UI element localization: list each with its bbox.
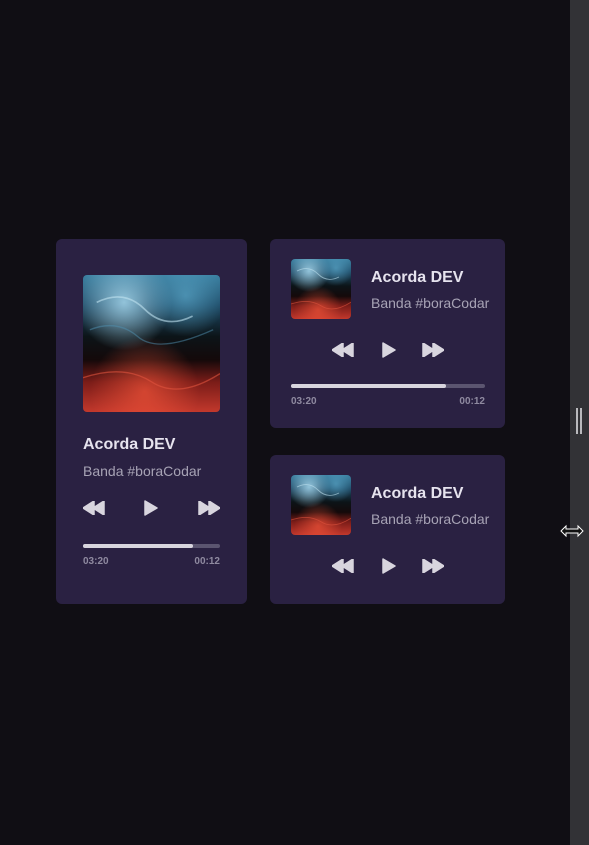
scrollbar-grip[interactable] (576, 408, 583, 434)
track-title: Acorda DEV (83, 436, 176, 453)
progress-fill (83, 544, 193, 548)
progress-fill (291, 384, 447, 388)
remaining-time: 00:12 (459, 396, 485, 407)
rewind-icon[interactable] (83, 501, 105, 515)
elapsed-time: 03:20 (83, 556, 109, 567)
playback-controls (83, 500, 220, 521)
player-card-large: Acorda DEV Banda #boraCodar 03:20 00:12 (56, 239, 247, 604)
album-cover (291, 259, 351, 319)
progress-bar[interactable] (291, 384, 485, 388)
playback-controls (332, 342, 444, 363)
player-card-compact: Acorda DEV Banda #boraCodar 03:20 00:12 (270, 239, 505, 428)
album-cover (83, 275, 220, 412)
remaining-time: 00:12 (194, 556, 220, 567)
track-artist: Banda #boraCodar (371, 295, 490, 311)
progress-bar[interactable] (83, 544, 220, 548)
play-icon[interactable] (382, 342, 396, 358)
track-artist: Banda #boraCodar (371, 511, 490, 527)
rewind-icon[interactable] (332, 343, 354, 357)
fast-forward-icon[interactable] (422, 343, 444, 357)
track-title: Acorda DEV (371, 269, 464, 286)
track-title: Acorda DEV (371, 485, 464, 502)
fast-forward-icon[interactable] (198, 501, 220, 515)
playback-controls (332, 558, 444, 579)
resize-cursor-icon (560, 524, 584, 538)
elapsed-time: 03:20 (291, 396, 317, 407)
fast-forward-icon[interactable] (422, 559, 444, 573)
play-icon[interactable] (144, 500, 158, 516)
track-artist: Banda #boraCodar (83, 463, 202, 479)
play-icon[interactable] (382, 558, 396, 574)
player-card-mini: Acorda DEV Banda #boraCodar (270, 455, 505, 604)
rewind-icon[interactable] (332, 559, 354, 573)
album-cover (291, 475, 351, 535)
